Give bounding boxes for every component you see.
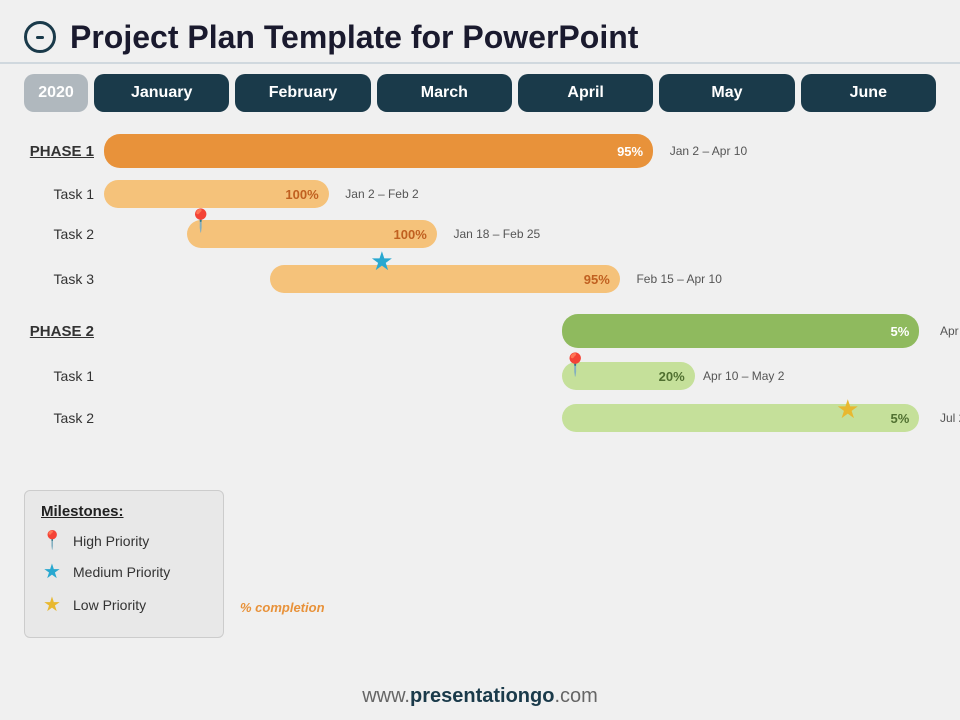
legend-item-medium: ★ Medium Priority <box>41 559 207 584</box>
legend-box: Milestones: 📍 High Priority ★ Medium Pri… <box>24 490 224 638</box>
month-may: May <box>659 74 794 112</box>
phase1-task3-row: Task 3 ★ 95% Feb 15 – Apr 10 <box>24 256 936 302</box>
phase2-task2-row: Task 2 5% ★ Jul 20 – Jun 10 <box>24 398 936 438</box>
phase1-task2-label: Task 2 <box>24 226 104 242</box>
phase1-task2-bar-area: 100% 📍 Jan 18 – Feb 25 <box>104 214 936 254</box>
phase1-task3-date: Feb 15 – Apr 10 <box>636 272 721 286</box>
phase2-task1-date: Apr 10 – May 2 <box>703 369 784 383</box>
page-header: Project Plan Template for PowerPoint <box>0 0 960 66</box>
phase1-task1-label: Task 1 <box>24 186 104 202</box>
phase1-bar: 95% <box>104 134 653 168</box>
page-title: Project Plan Template for PowerPoint <box>70 18 638 56</box>
legend-pin-icon: 📍 <box>41 530 63 551</box>
phase1-task2-bar: 100% <box>187 220 437 248</box>
circle-icon <box>24 21 56 53</box>
phase2-date: Apr 10 – Jun 10 <box>936 324 960 338</box>
legend-star-blue-icon: ★ <box>41 559 63 584</box>
header-divider <box>0 62 960 64</box>
legend-low-label: Low Priority <box>73 597 146 613</box>
phase1-label: PHASE 1 <box>24 143 104 160</box>
month-january: January <box>94 74 229 112</box>
phase2-task1-label: Task 1 <box>24 368 104 384</box>
legend-item-low: ★ Low Priority <box>41 592 207 617</box>
month-row: 2020 January February March April May Ju… <box>24 74 936 112</box>
phase1-task1-bar-area: 100% Jan 2 – Feb 2 <box>104 176 936 212</box>
phase2-task2-date: Jul 20 – Jun 10 <box>936 411 960 425</box>
phase1-date: Jan 2 – Apr 10 <box>670 144 747 158</box>
phase1-pct: 95% <box>617 144 643 159</box>
pin-icon-task2: 📍 <box>187 208 214 234</box>
year-badge: 2020 <box>24 74 88 112</box>
phase1-task2-pct: 100% <box>394 227 427 242</box>
main-content: 2020 January February March April May Ju… <box>0 74 960 438</box>
phase2-task2-pct: 5% <box>891 411 910 426</box>
phase2-task1-row: Task 1 20% 📍 Apr 10 – May 2 <box>24 356 936 396</box>
phase1-task2-date: Jan 18 – Feb 25 <box>453 227 540 241</box>
month-june: June <box>801 74 936 112</box>
star-blue-icon-task3: ★ <box>370 246 393 277</box>
legend-item-high: 📍 High Priority <box>41 530 207 551</box>
legend-star-gold-icon: ★ <box>41 592 63 617</box>
phase2-task1-pct: 20% <box>659 369 685 384</box>
pct-completion-note: % completion <box>240 600 325 615</box>
month-march: March <box>377 74 512 112</box>
star-gold-icon-task2: ★ <box>836 394 859 425</box>
gantt-chart: PHASE 1 95% Jan 2 – Apr 10 Task 1 100% J… <box>24 130 936 438</box>
legend-high-label: High Priority <box>73 533 149 549</box>
phase1-task1-pct: 100% <box>285 187 318 202</box>
phase2-label: PHASE 2 <box>24 323 104 340</box>
phase2-bar: 5% <box>562 314 920 348</box>
phase1-task1-date: Jan 2 – Feb 2 <box>345 187 418 201</box>
footer-tld: .com <box>554 685 597 707</box>
phase2-bar-area: 5% Apr 10 – Jun 10 <box>104 310 936 352</box>
phase1-bar-area: 95% Jan 2 – Apr 10 <box>104 130 936 172</box>
phase2-task2-bar-area: 5% ★ Jul 20 – Jun 10 <box>104 398 936 438</box>
phase2-task1-bar-area: 20% 📍 Apr 10 – May 2 <box>104 356 936 396</box>
phase1-task3-bar-area: ★ 95% Feb 15 – Apr 10 <box>104 256 936 302</box>
phase2-pct: 5% <box>891 324 910 339</box>
phase1-task2-row: Task 2 100% 📍 Jan 18 – Feb 25 <box>24 214 936 254</box>
phase1-row: PHASE 1 95% Jan 2 – Apr 10 <box>24 130 936 172</box>
phase1-task3-label: Task 3 <box>24 271 104 287</box>
footer-domain: presentationgo <box>410 685 554 707</box>
phase2-task2-bar: 5% <box>562 404 920 432</box>
phase1-task1-bar: 100% <box>104 180 329 208</box>
pin-icon-phase2-task1: 📍 <box>562 352 589 378</box>
legend-title: Milestones: <box>41 503 207 520</box>
phase2-task2-label: Task 2 <box>24 410 104 426</box>
phase1-task3-pct: 95% <box>584 272 610 287</box>
month-april: April <box>518 74 653 112</box>
month-february: February <box>235 74 370 112</box>
phase1-task3-bar: 95% <box>270 265 619 293</box>
page-footer: www.presentationgo.com <box>0 685 960 708</box>
legend-medium-label: Medium Priority <box>73 564 170 580</box>
phase2-row: PHASE 2 5% Apr 10 – Jun 10 <box>24 310 936 352</box>
footer-www: www. <box>362 685 410 707</box>
phase1-task1-row: Task 1 100% Jan 2 – Feb 2 <box>24 176 936 212</box>
